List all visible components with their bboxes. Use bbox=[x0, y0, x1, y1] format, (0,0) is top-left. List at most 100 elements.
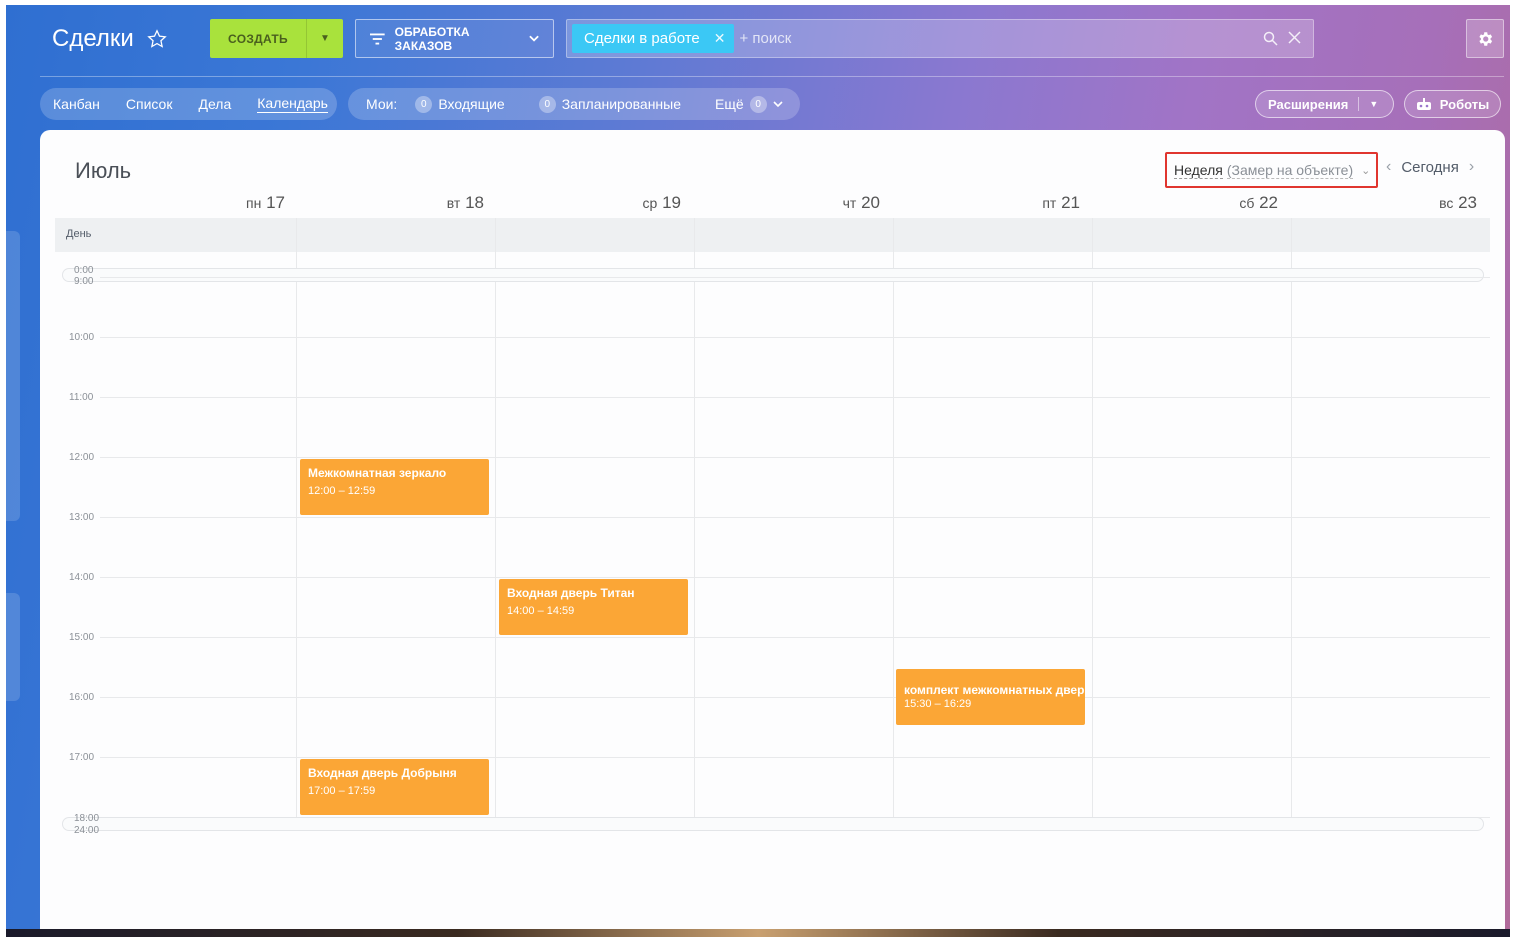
calendar-event[interactable]: Межкомнатная зеркало 12:00 – 12:59 bbox=[300, 459, 489, 515]
counter-planned[interactable]: 0 Запланированные bbox=[538, 95, 681, 113]
hour-label: 15:00 bbox=[69, 632, 95, 643]
collapsed-hour-label: 18:00 bbox=[74, 813, 100, 824]
chevron-down-icon bbox=[773, 100, 783, 107]
collapsed-hour-label: 24:00 bbox=[74, 825, 100, 836]
counter-more[interactable]: Ещё 0 bbox=[715, 95, 783, 113]
day-header: вт 18 bbox=[414, 193, 484, 213]
hour-line bbox=[100, 397, 1490, 398]
tab-kanban[interactable]: Канбан bbox=[53, 96, 100, 112]
collapsed-hour-label: 9:00 bbox=[74, 276, 94, 287]
day-of-week: пт bbox=[1042, 195, 1057, 211]
week-view-selector[interactable]: Неделя (Замер на объекте) ⌄ bbox=[1165, 152, 1378, 188]
robots-button[interactable]: Роботы bbox=[1404, 90, 1501, 118]
counters-label: Мои: bbox=[366, 96, 398, 112]
counter-label: Запланированные bbox=[561, 96, 681, 112]
app-window: Сделки СОЗДАТЬ ▼ ОБРАБОТКА ЗАКАЗОВ Сделк… bbox=[6, 5, 1510, 929]
robots-label: Роботы bbox=[1439, 96, 1490, 112]
robot-icon bbox=[1416, 97, 1431, 110]
day-column-divider bbox=[296, 218, 297, 823]
chevron-down-icon[interactable]: ▼ bbox=[306, 19, 343, 58]
hour-label: 16:00 bbox=[69, 692, 95, 703]
event-title: Входная дверь Титан bbox=[507, 586, 635, 600]
hour-label: 12:00 bbox=[69, 452, 95, 463]
hour-line bbox=[100, 337, 1490, 338]
hour-line bbox=[100, 457, 1490, 458]
pipeline-selector[interactable]: ОБРАБОТКА ЗАКАЗОВ bbox=[355, 19, 554, 58]
month-title: Июль bbox=[75, 158, 132, 183]
prev-week-icon[interactable]: ‹ bbox=[1386, 158, 1391, 176]
calendar-event[interactable]: Входная дверь Титан 14:00 – 14:59 bbox=[499, 579, 688, 635]
calendar-panel: Июль Неделя (Замер на объекте) ⌄ ‹ Сегод… bbox=[40, 130, 1505, 929]
filter-chip[interactable]: Сделки в работе ✕ bbox=[572, 24, 734, 53]
day-header: пт 21 bbox=[1010, 193, 1080, 213]
week-view-filter: (Замер на объекте) bbox=[1226, 161, 1354, 179]
day-date: 17 bbox=[266, 193, 285, 212]
gear-icon bbox=[1479, 31, 1493, 46]
counter-incoming[interactable]: 0 Входящие bbox=[415, 95, 505, 113]
event-time: 14:00 – 14:59 bbox=[507, 605, 575, 617]
hour-line bbox=[100, 277, 1490, 278]
settings-button[interactable] bbox=[1466, 19, 1504, 58]
star-icon[interactable] bbox=[146, 28, 168, 50]
day-header: пн 17 bbox=[215, 193, 285, 213]
calendar-event[interactable]: комплект межкомнатных дверей 15:30 – 16:… bbox=[896, 669, 1085, 725]
event-time: 17:00 – 17:59 bbox=[308, 785, 376, 797]
day-of-week: чт bbox=[842, 195, 857, 211]
day-of-week: сб bbox=[1239, 195, 1255, 211]
next-week-icon[interactable]: › bbox=[1469, 158, 1474, 176]
tab-list[interactable]: Список bbox=[126, 96, 173, 112]
all-day-label: День bbox=[66, 228, 92, 240]
today-button[interactable]: Сегодня bbox=[1401, 159, 1459, 176]
hour-label: 10:00 bbox=[69, 332, 95, 343]
collapsed-hours-bottom[interactable] bbox=[62, 817, 1484, 831]
caret-down-icon[interactable]: ▼ bbox=[1369, 99, 1378, 109]
event-time: 12:00 – 12:59 bbox=[308, 485, 376, 497]
event-title: комплект межкомнатных дверей bbox=[904, 683, 1085, 697]
chevron-down-icon: ⌄ bbox=[1361, 164, 1371, 177]
day-column-divider bbox=[1092, 218, 1093, 823]
day-date: 22 bbox=[1259, 193, 1278, 212]
search-input[interactable] bbox=[733, 30, 1263, 47]
tab-activities[interactable]: Дела bbox=[198, 96, 231, 112]
day-column-divider bbox=[694, 218, 695, 823]
week-view-label: Неделя bbox=[1174, 161, 1223, 179]
day-column-divider bbox=[495, 218, 496, 823]
tab-calendar[interactable]: Календарь bbox=[257, 95, 328, 113]
all-day-row[interactable]: День bbox=[55, 218, 1490, 252]
event-time: 15:30 – 16:29 bbox=[904, 698, 972, 710]
create-button[interactable]: СОЗДАТЬ ▼ bbox=[210, 19, 343, 58]
taskbar-strip bbox=[6, 929, 1510, 937]
hour-label: 13:00 bbox=[69, 512, 95, 523]
chevron-down-icon bbox=[529, 35, 539, 42]
counter-badge: 0 bbox=[538, 95, 556, 113]
search-icon[interactable] bbox=[1263, 31, 1278, 46]
day-of-week: вс bbox=[1439, 195, 1454, 211]
counter-more-label: Ещё bbox=[715, 96, 744, 112]
day-date: 18 bbox=[465, 193, 484, 212]
view-switcher: Канбан Список Дела Календарь bbox=[40, 88, 337, 120]
day-date: 21 bbox=[1061, 193, 1080, 212]
search-filter-box[interactable]: Сделки в работе ✕ bbox=[566, 19, 1314, 58]
calendar-event[interactable]: Входная дверь Добрыня 17:00 – 17:59 bbox=[300, 759, 489, 815]
divider bbox=[1358, 97, 1360, 111]
hour-line bbox=[100, 637, 1490, 638]
page-title: Сделки bbox=[52, 25, 168, 53]
pipeline-label: ОБРАБОТКА ЗАКАЗОВ bbox=[394, 24, 470, 53]
collapsed-hours-top[interactable] bbox=[62, 268, 1484, 282]
date-navigation: ‹ Сегодня › bbox=[1386, 158, 1474, 176]
page-title-text: Сделки bbox=[52, 25, 134, 52]
side-panel-handle[interactable] bbox=[6, 231, 20, 521]
hour-label: 11:00 bbox=[69, 392, 94, 403]
side-panel-handle[interactable] bbox=[6, 593, 20, 701]
counter-badge: 0 bbox=[749, 95, 767, 113]
counter-label: Входящие bbox=[438, 96, 505, 112]
extensions-button[interactable]: Расширения ▼ bbox=[1255, 90, 1394, 118]
close-icon[interactable]: ✕ bbox=[714, 30, 726, 47]
day-date: 23 bbox=[1458, 193, 1477, 212]
day-of-week: пн bbox=[246, 195, 262, 211]
day-header: сб 22 bbox=[1208, 193, 1278, 213]
day-header: ср 19 bbox=[611, 193, 681, 213]
event-title: Входная дверь Добрыня bbox=[308, 766, 457, 780]
event-title: Межкомнатная зеркало bbox=[308, 466, 447, 480]
clear-icon[interactable] bbox=[1288, 31, 1301, 44]
